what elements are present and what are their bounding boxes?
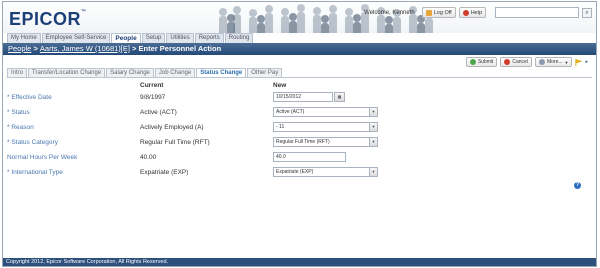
- search-input[interactable]: [495, 7, 579, 18]
- status-category-select-value: Regular Full Time (RFT): [276, 139, 330, 145]
- current-value: 9/8/1997: [140, 94, 166, 101]
- more-label: More...: [546, 59, 563, 65]
- field-label: * Status Category: [7, 139, 58, 146]
- breadcrumb-separator: >: [31, 44, 40, 53]
- form-row-normal-hours: Normal Hours Per Week 40.00 40.0: [3, 152, 596, 163]
- form-row-status: * Status Active (ACT) Active (ACT) ▼: [3, 107, 596, 118]
- nav-tab-utilities[interactable]: Utilities: [166, 33, 194, 43]
- app-window: EPICOR™ Welcome, Kenneth Log Off Help ⌕ …: [2, 1, 597, 267]
- field-label: * Status: [7, 109, 30, 116]
- footer-copyright: Copyright 2012, Epicor Software Corporat…: [3, 258, 596, 266]
- page-title-bar: People > Aarts, James W (10681)[E] > Ent…: [3, 43, 596, 55]
- more-button[interactable]: More... ▼: [534, 57, 573, 67]
- flag-icon[interactable]: [575, 58, 583, 66]
- nav-tab-people[interactable]: People: [111, 33, 141, 43]
- nav-tab-setup[interactable]: Setup: [141, 33, 166, 43]
- current-value: Actively Employed (A): [140, 124, 204, 131]
- current-value: 40.00: [140, 154, 157, 161]
- cancel-button[interactable]: Cancel: [500, 57, 532, 67]
- action-bar: Submit Cancel More... ▼ ▸: [465, 57, 588, 67]
- effective-date-input[interactable]: 10/15/2012: [273, 92, 333, 102]
- tab-divider: [7, 77, 592, 78]
- status-select[interactable]: Active (ACT) ▼: [273, 107, 378, 117]
- help-icon[interactable]: ?: [574, 182, 581, 189]
- logoff-button[interactable]: Log Off: [421, 7, 456, 18]
- more-icon: [538, 59, 545, 65]
- field-label: * Reason: [7, 124, 34, 131]
- field-label: Normal Hours Per Week: [7, 154, 78, 161]
- form-row-international-type: * International Type Expatriate (EXP) Ex…: [3, 167, 596, 178]
- international-type-select-value: Expatriate (EXP): [276, 169, 314, 175]
- breadcrumb-people[interactable]: People: [8, 44, 31, 53]
- page-title: Enter Personnel Action: [138, 44, 222, 53]
- nav-tab-my-home[interactable]: My Home: [7, 33, 41, 43]
- chevron-down-icon[interactable]: ▼: [369, 123, 377, 131]
- collapse-arrow-icon[interactable]: ▸: [585, 59, 588, 65]
- current-column-header: Current: [140, 82, 164, 89]
- normal-hours-input[interactable]: 40.0: [273, 152, 346, 162]
- nav-tab-reports[interactable]: Reports: [194, 33, 224, 43]
- help-label: Help: [470, 9, 482, 16]
- calendar-icon[interactable]: ▦: [334, 92, 345, 102]
- current-value: Active (ACT): [140, 109, 177, 116]
- form-row-reason: * Reason Actively Employed (A) - 11 ▼: [3, 122, 596, 133]
- epicor-logo: EPICOR™: [9, 9, 87, 29]
- chevron-down-icon[interactable]: ▼: [369, 138, 377, 146]
- help-button[interactable]: Help: [458, 7, 486, 18]
- reason-select[interactable]: - 11 ▼: [273, 122, 378, 132]
- nav-tab-routing[interactable]: Routing: [224, 33, 254, 43]
- breadcrumb-separator: >: [129, 44, 139, 53]
- header: EPICOR™ Welcome, Kenneth Log Off Help ⌕: [3, 2, 596, 33]
- submit-button[interactable]: Submit: [465, 57, 498, 67]
- chevron-down-icon[interactable]: ▼: [369, 108, 377, 116]
- current-value: Regular Full Time (RFT): [140, 139, 210, 146]
- submit-label: Submit: [477, 59, 494, 65]
- help-icon: [462, 9, 469, 16]
- logoff-label: Log Off: [433, 9, 452, 16]
- status-select-value: Active (ACT): [276, 109, 305, 115]
- current-value: Expatriate (EXP): [140, 169, 189, 176]
- nav-tab-employee-self-service[interactable]: Employee Self-Service: [41, 33, 111, 43]
- submit-icon: [469, 59, 476, 65]
- status-category-select[interactable]: Regular Full Time (RFT) ▼: [273, 137, 378, 147]
- reason-select-value: - 11: [276, 124, 285, 130]
- main-nav: My Home Employee Self-Service People Set…: [7, 33, 254, 43]
- chevron-down-icon[interactable]: ▼: [369, 168, 377, 176]
- international-type-select[interactable]: Expatriate (EXP) ▼: [273, 167, 378, 177]
- cancel-icon: [504, 59, 511, 65]
- breadcrumb-employee[interactable]: Aarts, James W (10681)[E]: [40, 44, 130, 53]
- chevron-down-icon: ▼: [564, 59, 569, 65]
- form-row-effective-date: * Effective Date 9/8/1997 10/15/2012 ▦: [3, 92, 596, 103]
- cancel-label: Cancel: [512, 59, 528, 65]
- header-tools: Welcome, Kenneth Log Off Help ⌕: [364, 7, 592, 18]
- field-label: * International Type: [7, 169, 63, 176]
- logoff-icon: [425, 9, 432, 16]
- field-label: * Effective Date: [7, 94, 52, 101]
- new-column-header: New: [273, 82, 287, 89]
- welcome-text: Welcome, Kenneth: [364, 9, 415, 16]
- search-icon[interactable]: ⌕: [582, 7, 592, 18]
- form-row-status-category: * Status Category Regular Full Time (RFT…: [3, 137, 596, 148]
